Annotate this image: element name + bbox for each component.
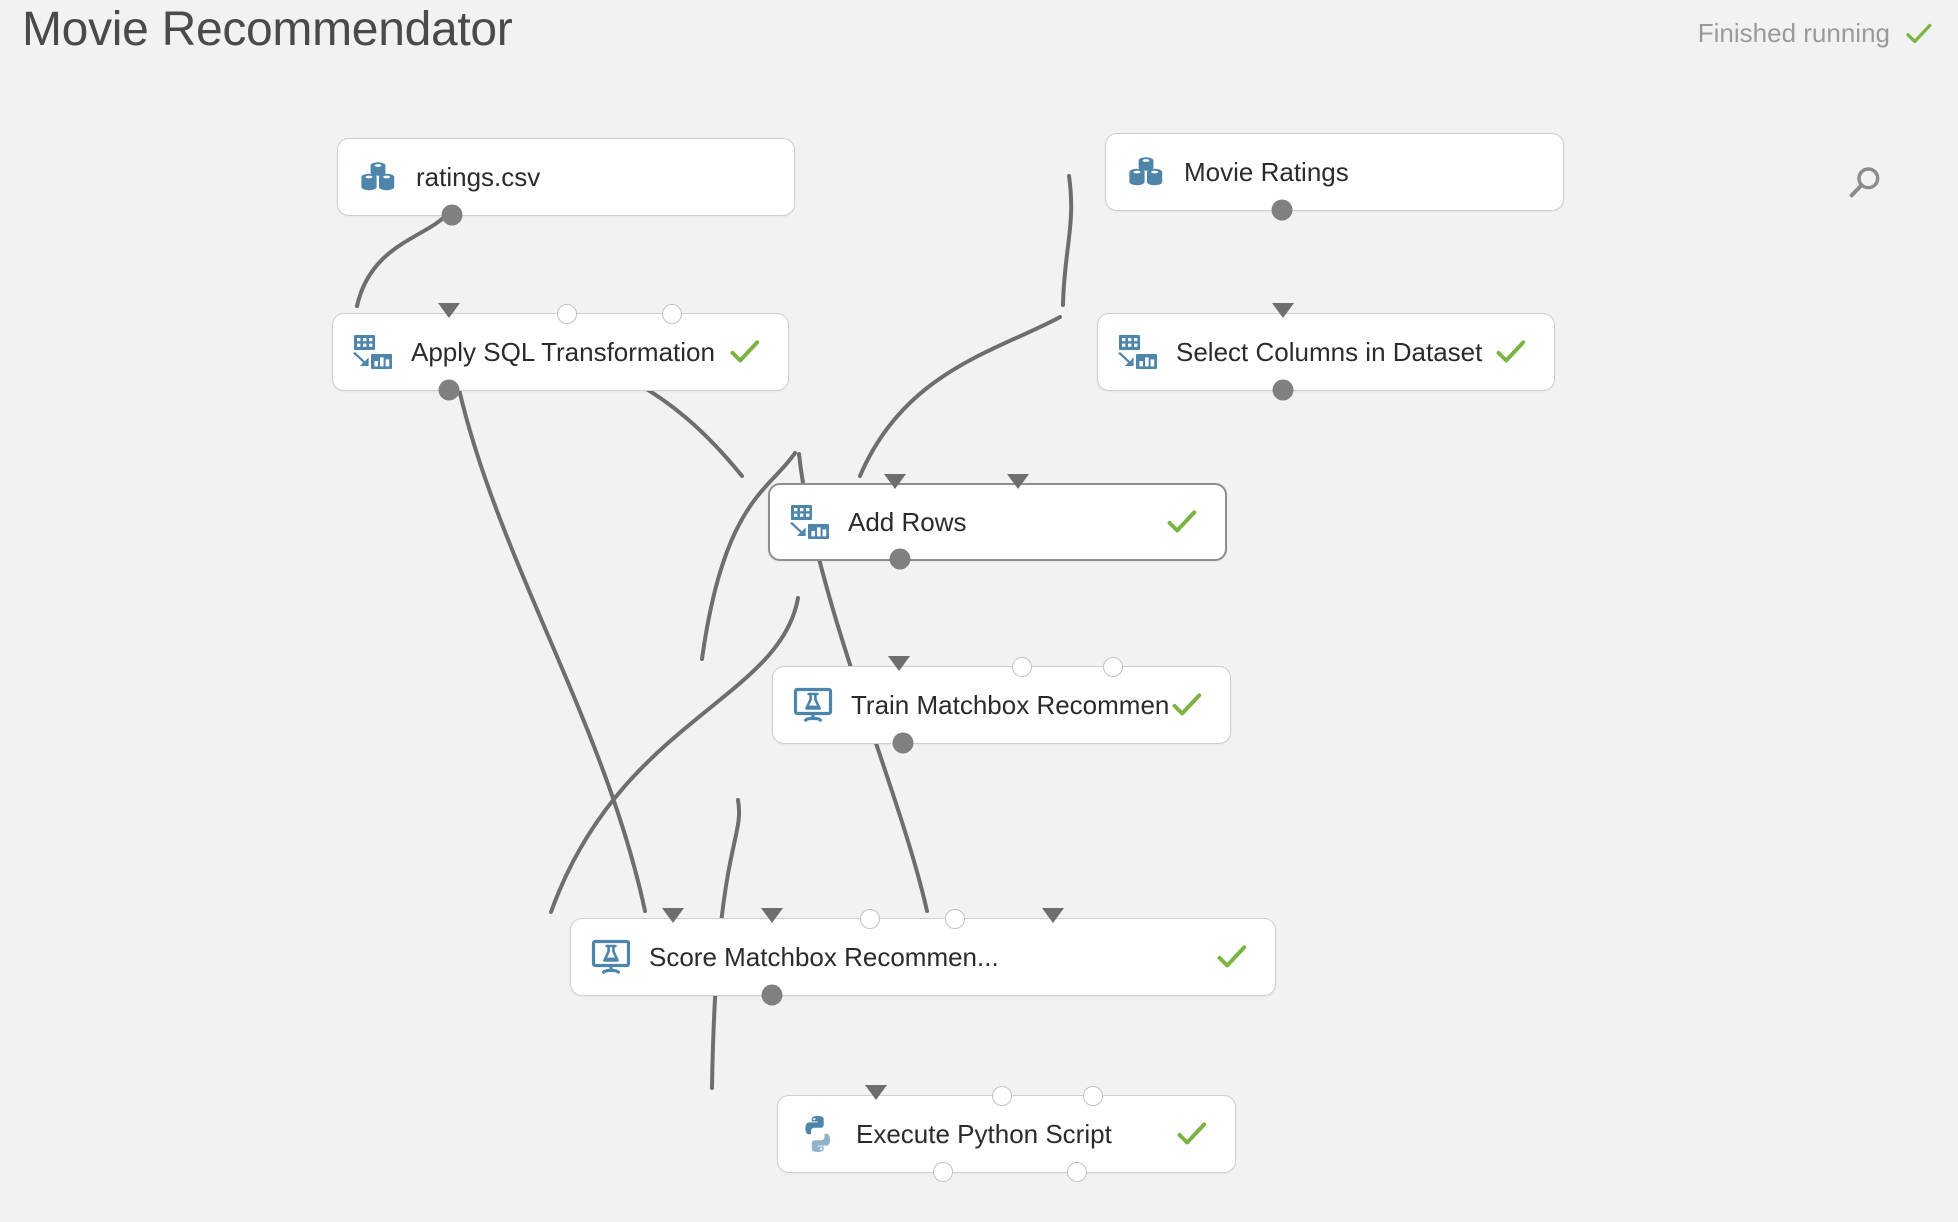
output-port-2[interactable] bbox=[1067, 1162, 1088, 1182]
node-status-check-icon bbox=[1165, 505, 1199, 539]
input-port-3[interactable] bbox=[661, 304, 682, 324]
node-label: ratings.csv bbox=[416, 161, 541, 192]
search-icon[interactable] bbox=[1844, 163, 1884, 203]
input-port-4[interactable] bbox=[944, 909, 965, 929]
input-port-1-arrow-icon[interactable] bbox=[662, 908, 685, 923]
node-label: Score Matchbox Recommen... bbox=[649, 941, 999, 972]
output-port-1[interactable] bbox=[932, 1162, 953, 1182]
pipeline-canvas[interactable]: ratings.csv Movie Ratings Apply SQL Transf… bbox=[0, 0, 1958, 1222]
node-score-matchbox-recommender[interactable]: Score Matchbox Recommen... bbox=[570, 908, 1276, 1006]
page-title: Movie Recommendator bbox=[22, 3, 513, 56]
node-label: Execute Python Script bbox=[856, 1118, 1112, 1149]
input-port-1-arrow-icon[interactable] bbox=[887, 656, 910, 671]
input-port-2[interactable] bbox=[1012, 657, 1033, 677]
dataset-icon bbox=[1124, 150, 1168, 194]
check-icon bbox=[1904, 19, 1934, 49]
node-label: Add Rows bbox=[848, 506, 967, 537]
input-port-1-arrow-icon[interactable] bbox=[884, 474, 907, 489]
output-port-1[interactable] bbox=[1271, 199, 1293, 221]
data-transform-icon bbox=[1116, 330, 1160, 374]
input-port-2[interactable] bbox=[991, 1086, 1012, 1106]
node-label: Movie Ratings bbox=[1184, 156, 1349, 187]
run-status-label: Finished running bbox=[1697, 18, 1890, 48]
output-port-1[interactable] bbox=[1272, 379, 1294, 401]
node-add-rows[interactable]: Add Rows bbox=[768, 474, 1227, 570]
data-transform-icon bbox=[351, 330, 395, 374]
python-icon bbox=[796, 1112, 840, 1156]
output-port-1[interactable] bbox=[889, 548, 911, 570]
input-port-3[interactable] bbox=[1103, 657, 1124, 677]
data-transform-icon bbox=[788, 500, 832, 544]
input-port-1-arrow-icon[interactable] bbox=[865, 1085, 888, 1100]
node-ratings-csv[interactable]: ratings.csv bbox=[337, 138, 795, 226]
node-select-columns-in-dataset[interactable]: Select Columns in Dataset bbox=[1097, 303, 1555, 401]
node-status-check-icon bbox=[728, 335, 762, 369]
dataset-icon bbox=[356, 155, 400, 199]
input-port-1-arrow-icon[interactable] bbox=[438, 303, 461, 318]
edge-layer bbox=[355, 174, 1074, 1090]
input-port-2-arrow-icon[interactable] bbox=[1006, 474, 1029, 489]
ml-model-icon bbox=[589, 935, 633, 979]
edge-select-to-addrows[interactable] bbox=[858, 315, 1062, 478]
node-status-check-icon bbox=[1170, 688, 1204, 722]
node-train-matchbox-recommender[interactable]: Train Matchbox Recommen... bbox=[772, 656, 1231, 754]
input-port-3[interactable] bbox=[860, 909, 881, 929]
run-status: Finished running bbox=[1698, 18, 1934, 49]
output-port-1[interactable] bbox=[441, 204, 463, 226]
node-status-check-icon bbox=[1175, 1117, 1209, 1151]
edge-train-to-score[interactable] bbox=[549, 596, 800, 914]
node-execute-python-script[interactable]: Execute Python Script bbox=[777, 1085, 1236, 1182]
node-status-check-icon bbox=[1494, 335, 1528, 369]
ml-model-icon bbox=[791, 683, 835, 727]
output-port-1[interactable] bbox=[438, 379, 460, 401]
input-port-5-arrow-icon[interactable] bbox=[1042, 908, 1065, 923]
node-movie-ratings[interactable]: Movie Ratings bbox=[1105, 133, 1564, 221]
edge-sql-to-score[interactable] bbox=[444, 315, 647, 913]
output-port-1[interactable] bbox=[761, 984, 783, 1006]
input-port-2-arrow-icon[interactable] bbox=[760, 908, 783, 923]
input-port-1-arrow-icon[interactable] bbox=[1271, 303, 1294, 318]
node-label: Select Columns in Dataset bbox=[1176, 336, 1483, 367]
output-port-1[interactable] bbox=[892, 732, 914, 754]
edge-movieratings-to-select[interactable] bbox=[1061, 174, 1074, 307]
node-apply-sql-transformation[interactable]: Apply SQL Transformation bbox=[332, 303, 789, 401]
input-port-2[interactable] bbox=[557, 304, 578, 324]
node-label: Train Matchbox Recommen... bbox=[851, 689, 1170, 720]
node-label: Apply SQL Transformation bbox=[411, 336, 715, 367]
node-status-check-icon bbox=[1215, 940, 1249, 974]
input-port-3[interactable] bbox=[1083, 1086, 1104, 1106]
